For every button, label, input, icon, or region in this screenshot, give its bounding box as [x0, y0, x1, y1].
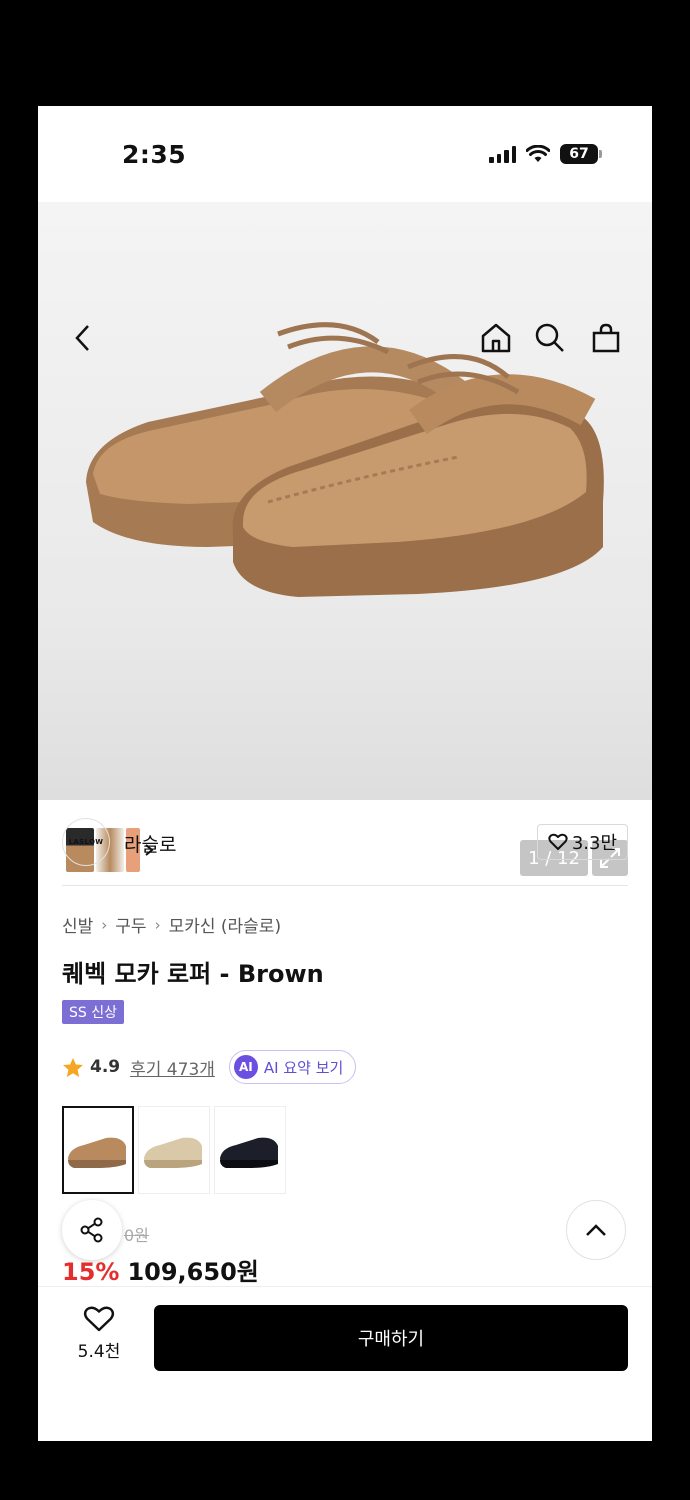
discount-rate: 15% — [62, 1258, 120, 1286]
breadcrumb-item[interactable]: 모카신 (라슬로) — [169, 912, 282, 937]
buy-button[interactable]: 구매하기 — [154, 1305, 628, 1371]
review-count-link[interactable]: 후기 473개 — [130, 1055, 215, 1080]
share-button[interactable] — [62, 1200, 122, 1260]
wifi-icon — [526, 145, 550, 162]
wishlist-count: 5.4천 — [77, 1342, 121, 1362]
search-button[interactable] — [532, 320, 568, 356]
color-variants — [62, 1106, 286, 1194]
product-title: 퀘벡 모카 로퍼 - Brown — [62, 960, 324, 988]
scroll-top-button[interactable] — [566, 1200, 626, 1260]
bottom-action-bar: 5.4천 구매하기 — [38, 1286, 652, 1441]
status-time: 2:35 — [122, 140, 187, 169]
home-button[interactable] — [478, 320, 514, 356]
sale-price: 109,650원 — [127, 1258, 259, 1286]
back-icon — [75, 325, 89, 351]
search-icon — [535, 323, 564, 352]
product-image — [86, 322, 604, 597]
ai-summary-label: AI 요약 보기 — [263, 1058, 344, 1077]
status-bar: 2:35 67 — [38, 106, 652, 202]
ai-icon: AI — [233, 1055, 258, 1079]
brand-like-button[interactable]: 3.3만 — [536, 824, 628, 860]
bag-icon — [592, 323, 620, 353]
chevron-right-icon: › — [101, 915, 108, 934]
variant-image — [144, 1137, 202, 1168]
product-gallery[interactable]: 1 / 12 — [38, 202, 652, 876]
brand-row: LASLOW 라슬로 3.3만 — [62, 818, 628, 886]
new-badge: SS 신상 — [62, 1000, 124, 1024]
battery-icon: 67 — [560, 144, 602, 164]
status-icons: 67 — [489, 144, 602, 164]
variant-black[interactable] — [214, 1106, 286, 1194]
app-screen: 2:35 67 1 / 12 LASLOW 라슬로 3.3만 신발 › 구두 ›… — [38, 106, 652, 1441]
rating-row: 4.9 후기 473개 AI AI 요약 보기 — [62, 1050, 357, 1084]
original-price: 0원 — [124, 1226, 149, 1245]
brand-like-count: 3.3만 — [571, 833, 617, 854]
heart-icon — [83, 1306, 115, 1332]
heart-icon — [548, 833, 568, 850]
variant-brown[interactable] — [62, 1106, 134, 1194]
star-icon — [63, 1057, 83, 1077]
variant-image — [68, 1137, 126, 1168]
brand-name[interactable]: 라슬로 — [124, 830, 176, 857]
chevron-up-icon — [586, 1224, 606, 1236]
chevron-right-icon: › — [154, 915, 161, 934]
signal-icon — [489, 145, 516, 163]
ai-summary-button[interactable]: AI AI 요약 보기 — [228, 1050, 357, 1084]
breadcrumb-item[interactable]: 신발 — [62, 912, 93, 937]
cart-button[interactable] — [588, 320, 624, 356]
home-icon — [481, 323, 511, 353]
brand-logo[interactable]: LASLOW — [62, 818, 110, 866]
breadcrumb: 신발 › 구두 › 모카신 (라슬로) — [62, 912, 282, 938]
price-row: 15% 109,650원 — [62, 1252, 259, 1287]
back-button[interactable] — [64, 320, 100, 356]
variant-image — [220, 1137, 278, 1168]
wishlist-button[interactable]: 5.4천 — [66, 1305, 132, 1362]
share-icon — [80, 1217, 103, 1243]
rating-score: 4.9 — [90, 1057, 121, 1077]
variant-beige[interactable] — [138, 1106, 210, 1194]
breadcrumb-item[interactable]: 구두 — [115, 912, 146, 937]
